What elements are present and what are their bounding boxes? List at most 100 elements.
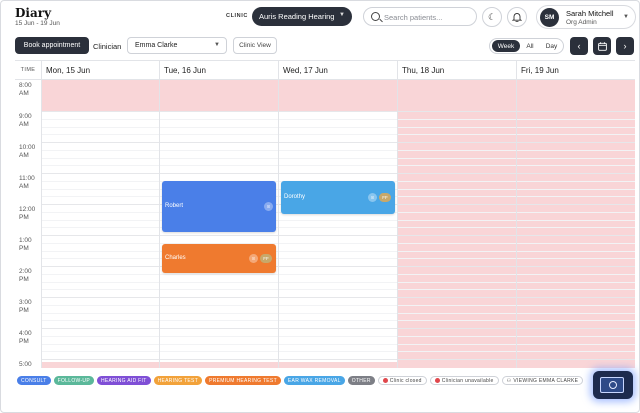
date-range: 15 Jun - 19 Jun [15, 20, 60, 27]
book-appointment-button[interactable]: Book appointment [15, 37, 89, 54]
legend-hearing-test: HEARING TEST [153, 376, 203, 385]
time-label: 3:00 PM [19, 299, 32, 314]
clinic-view-button[interactable]: Clinic View [233, 37, 277, 54]
legend-ear-wax-removal: EAR WAX REMOVAL [283, 376, 345, 385]
quarter-line [41, 134, 635, 135]
legend-other: OTHER [347, 376, 375, 385]
user-role: Org Admin [566, 19, 597, 26]
quarter-line [41, 119, 635, 120]
quarter-line [41, 243, 635, 244]
hour-line [41, 297, 635, 298]
red-dot-icon [382, 378, 388, 383]
view-switcher: Week All Day [489, 38, 564, 54]
red-dot-icon [434, 378, 440, 383]
clinician-unavailable-block [41, 362, 397, 368]
time-label: 8:00 AM [19, 82, 32, 97]
bell-icon [512, 13, 522, 22]
appointment-badge: 8 [264, 202, 273, 211]
week-calendar: TIME Mon, 15 Jun Tue, 16 Jun Wed, 17 Jun… [15, 60, 635, 368]
appointment-robert[interactable]: Robert 8 [162, 181, 276, 232]
legend-clinician-unavailable: Clinician unavailable [429, 376, 499, 385]
time-label: 11:00 AM [19, 175, 35, 190]
day-header-tue[interactable]: Tue, 16 Jun [159, 61, 278, 79]
quarter-line [41, 127, 635, 128]
day-header-wed[interactable]: Wed, 17 Jun [278, 61, 397, 79]
chevron-down-icon: ▼ [339, 12, 345, 18]
next-week-button[interactable]: › [616, 37, 634, 55]
appointment-ff-badge: FF [379, 193, 391, 202]
quarter-line [41, 305, 635, 306]
quarter-line [41, 165, 635, 166]
dark-mode-toggle[interactable]: ☾ [482, 7, 502, 27]
appointment-badge: 8 [368, 193, 377, 202]
day-column-divider [397, 80, 398, 368]
time-label: 4:00 PM [19, 330, 32, 345]
quarter-line [41, 251, 635, 252]
quarter-line [41, 351, 635, 352]
clinician-select[interactable]: Emma Clarke ▼ [127, 37, 227, 54]
quarter-line [41, 320, 635, 321]
clinician-unavailable-block [41, 80, 397, 111]
quarter-line [41, 150, 635, 151]
time-label: 9:00 AM [19, 113, 32, 128]
appointment-patient-name: Robert [165, 203, 184, 209]
previous-week-button[interactable]: ‹ [570, 37, 588, 55]
quarter-line [41, 344, 635, 345]
avatar: SM [540, 8, 559, 27]
day-column-divider [159, 80, 160, 368]
hour-line [41, 142, 635, 143]
quarter-line [41, 220, 635, 221]
view-day-button[interactable]: Day [541, 40, 562, 52]
hour-line [41, 235, 635, 236]
day-header-fri[interactable]: Fri, 19 Jun [516, 61, 635, 79]
hour-line [41, 266, 635, 267]
appointment-charles[interactable]: Charles 8 FF [162, 244, 276, 273]
quarter-line [41, 274, 635, 275]
search-icon [371, 12, 380, 21]
hour-line [41, 359, 635, 360]
chevron-down-icon: ▼ [623, 14, 629, 20]
day-column-divider [278, 80, 279, 368]
quarter-line [41, 258, 635, 259]
clinic-label: CLINIC [226, 13, 248, 19]
time-label: 12:00 PM [19, 206, 36, 221]
day-header-mon[interactable]: Mon, 15 Jun [41, 61, 159, 79]
quarter-line [41, 227, 635, 228]
hour-line [41, 328, 635, 329]
appointment-dorothy[interactable]: Dorothy 8 FF [281, 181, 395, 214]
time-label: 1:00 PM [19, 237, 32, 252]
time-column-header: TIME [20, 67, 36, 73]
day-column-divider [41, 80, 42, 368]
date-picker-button[interactable] [593, 37, 611, 55]
view-week-button[interactable]: Week [492, 40, 520, 52]
clinic-select[interactable]: Auris Reading Hearing ▼ [252, 7, 352, 26]
appointment-ff-badge: FF [260, 254, 272, 263]
clinician-select-value: Emma Clarke [135, 42, 178, 49]
time-grid[interactable]: 8:00 AM 9:00 AM 10:00 AM 11:00 AM 12:00 PM 1:… [15, 79, 635, 368]
chevron-left-icon: ‹ [577, 41, 581, 51]
diary-app: Diary 15 Jun - 19 Jun CLINIC Auris Readi… [0, 0, 640, 413]
appointment-patient-name: Dorothy [284, 194, 306, 200]
viewing-clinician-badge: ⚇ VIEWING EMMA CLARKE [501, 376, 584, 385]
page-title: Diary [15, 6, 52, 20]
legend-premium-hearing-test: PREMIUM HEARING TEST [205, 376, 281, 385]
quarter-line [41, 282, 635, 283]
user-icon: ⚇ [506, 377, 512, 384]
notifications-button[interactable] [507, 7, 527, 27]
legend-hearing-aid-fit: HEARING AID FIT [96, 376, 151, 385]
user-menu[interactable]: SM Sarah Mitchell Org Admin ▼ [536, 5, 636, 29]
calendar-icon [597, 41, 607, 51]
user-name: Sarah Mitchell [566, 9, 614, 18]
clinician-label: Clinician [93, 42, 122, 51]
legend-clinic-closed: Clinic closed [377, 376, 427, 385]
day-header-thu[interactable]: Thu, 18 Jun [397, 61, 516, 79]
search-input[interactable] [384, 11, 472, 23]
hour-line [41, 111, 635, 112]
time-label: 10:00 AM [19, 144, 36, 159]
quarter-line [41, 336, 635, 337]
screen-assistant-button[interactable] [593, 371, 633, 399]
moon-icon: ☾ [487, 11, 497, 22]
search-box[interactable] [363, 7, 477, 26]
hour-line [41, 173, 635, 174]
view-all-button[interactable]: All [521, 40, 539, 52]
